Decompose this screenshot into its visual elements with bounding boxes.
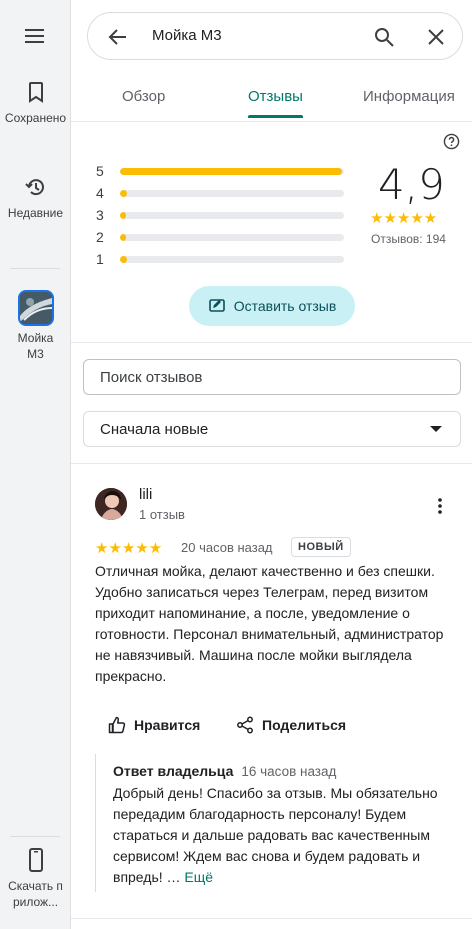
close-icon[interactable] <box>424 25 448 49</box>
share-label: Поделиться <box>262 717 347 733</box>
rating-bar-label: 2 <box>96 229 104 245</box>
rail-place-button[interactable]: Мойка М3 <box>0 290 71 362</box>
dropdown-caret-icon <box>430 426 442 432</box>
rating-bar-fill <box>120 168 342 175</box>
rail-download-label: Скачать прилож... <box>8 879 63 909</box>
help-icon[interactable] <box>443 133 460 150</box>
review-search-input[interactable] <box>84 360 460 394</box>
average-rating: 4,9 <box>378 160 445 209</box>
rating-bar-1: 1 <box>96 251 346 267</box>
rating-bar-label: 1 <box>96 251 104 267</box>
more-options-icon[interactable] <box>432 496 448 516</box>
review-stars: ★★★★★ <box>95 540 163 557</box>
owner-reply-text-block: Добрый день! Спасибо за отзыв. Мы обязат… <box>113 783 458 888</box>
rating-bar-track <box>120 234 344 241</box>
rating-bar-5: 5 <box>96 163 346 179</box>
menu-icon[interactable] <box>24 27 46 45</box>
like-label: Нравится <box>134 717 201 733</box>
sort-selected-value: Сначала новые <box>100 421 209 438</box>
share-button[interactable]: Поделиться <box>236 715 346 735</box>
rating-bar-fill <box>120 256 127 263</box>
rail-place-label: Мойка М3 <box>17 331 54 361</box>
average-stars: ★★★★★ <box>370 210 438 227</box>
search-query[interactable]: Мойка М3 <box>152 27 222 44</box>
review-text: Отличная мойка, делают качественно и без… <box>95 563 444 684</box>
tab-reviews[interactable]: Отзывы <box>248 88 303 105</box>
like-button[interactable]: Нравится <box>108 715 200 735</box>
thumbs-up-icon <box>108 716 126 734</box>
rail-saved-label: Сохранено <box>4 111 67 125</box>
rating-bar-track <box>120 212 344 219</box>
rail-divider-bottom <box>10 836 60 837</box>
rating-bar-track <box>120 190 344 197</box>
owner-reply-text: Добрый день! Спасибо за отзыв. Мы обязат… <box>113 785 438 885</box>
rating-bar-label: 3 <box>96 207 104 223</box>
rail-download-app-button[interactable]: Скачать прилож... <box>0 848 71 910</box>
rating-bar-4: 4 <box>96 185 346 201</box>
write-review-label: Оставить отзыв <box>233 298 337 314</box>
rating-bar-fill <box>120 234 126 241</box>
reviewer-review-count: 1 отзыв <box>139 507 185 522</box>
search-icon[interactable] <box>372 25 396 49</box>
search-box[interactable]: Мойка М3 <box>87 12 463 60</box>
rail-recent-button[interactable]: Недавние <box>0 175 71 221</box>
write-review-button[interactable]: Оставить отзыв <box>189 286 355 326</box>
rating-bar-label: 5 <box>96 163 104 179</box>
rail-saved-button[interactable]: Сохранено <box>0 80 71 126</box>
reviewer-name[interactable]: lili <box>139 486 152 503</box>
share-icon <box>237 716 253 734</box>
history-icon <box>24 179 44 196</box>
review-count: Отзывов: 194 <box>371 232 446 246</box>
bookmark-icon <box>28 82 43 103</box>
owner-reply-title: Ответ владельца <box>113 763 234 779</box>
rating-bar-track <box>120 168 344 175</box>
rating-bar-fill <box>120 212 126 219</box>
back-arrow-icon[interactable] <box>106 25 130 49</box>
place-thumbnail <box>17 290 54 326</box>
review-time: 20 часов назад <box>181 540 273 555</box>
active-tab-indicator <box>248 115 303 118</box>
read-more-link[interactable]: Ещё <box>184 869 213 885</box>
sort-select[interactable]: Сначала новые <box>83 411 461 447</box>
rail-divider <box>10 268 60 269</box>
edit-review-icon <box>208 299 225 312</box>
section-divider <box>71 463 472 464</box>
section-divider <box>71 918 472 919</box>
rating-bar-fill <box>120 190 127 197</box>
avatar[interactable] <box>95 488 127 520</box>
rating-bar-2: 2 <box>96 229 346 245</box>
side-rail: Сохранено Недавние Мойка М3 Скачать прил… <box>0 0 71 929</box>
owner-reply: Ответ владельца 16 часов назад Добрый ден… <box>95 754 455 892</box>
phone-icon <box>28 848 43 872</box>
rating-bar-3: 3 <box>96 207 346 223</box>
new-badge: НОВЫЙ <box>291 537 351 557</box>
rail-recent-label: Недавние <box>7 206 64 220</box>
tab-overview[interactable]: Обзор <box>122 88 165 105</box>
owner-reply-time: 16 часов назад <box>241 764 337 779</box>
tab-info[interactable]: Информация <box>363 88 455 105</box>
review-search-field[interactable] <box>83 359 461 395</box>
owner-reply-header: Ответ владельца 16 часов назад <box>113 763 336 779</box>
section-divider <box>71 342 472 343</box>
rating-bar-track <box>120 256 344 263</box>
rating-bar-label: 4 <box>96 185 104 201</box>
